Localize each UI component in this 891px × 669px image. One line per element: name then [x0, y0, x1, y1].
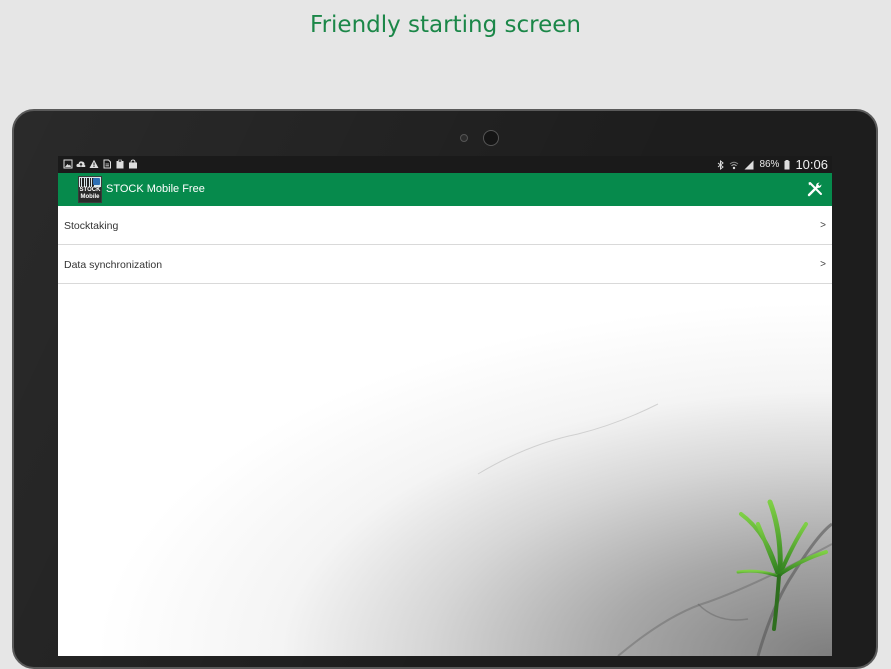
- front-camera: [483, 130, 499, 146]
- battery-icon: [784, 159, 790, 169]
- app-bar: STOCK Mobile STOCK Mobile Free: [58, 173, 832, 206]
- menu-item-label: Data synchronization: [64, 259, 163, 271]
- app-title: STOCK Mobile Free: [106, 183, 205, 195]
- notification-icons: [63, 159, 138, 169]
- tools-settings-icon[interactable]: [806, 180, 824, 198]
- app-logo: STOCK Mobile: [78, 176, 102, 203]
- logo-text: STOCK Mobile: [79, 187, 101, 202]
- status-bar: 86% 10:06: [58, 156, 832, 173]
- barcode-graphic: [80, 178, 94, 187]
- menu-item-data-synchronization[interactable]: Data synchronization >: [58, 245, 832, 284]
- page-headline: Friendly starting screen: [310, 12, 581, 38]
- logo-badge-icon: [93, 178, 100, 185]
- shopping-bag-icon: [129, 159, 137, 169]
- gallery-icon: [63, 159, 73, 169]
- document-icon: [103, 159, 111, 169]
- chevron-right-icon: >: [820, 220, 826, 231]
- wifi-icon: [730, 161, 739, 169]
- background-sprout-image: [58, 284, 832, 656]
- clock: 10:06: [795, 157, 828, 172]
- signal-icon: [744, 160, 754, 169]
- menu-item-label: Stocktaking: [64, 220, 119, 232]
- tablet-frame: 86% 10:06 STOCK Mobile STOCK Mobile Free …: [12, 109, 878, 669]
- chevron-right-icon: >: [820, 259, 826, 270]
- tablet-screen: 86% 10:06 STOCK Mobile STOCK Mobile Free …: [58, 156, 832, 656]
- proximity-sensor: [460, 134, 468, 142]
- main-menu: Stocktaking > Data synchronization >: [58, 206, 832, 284]
- bluetooth-icon: [718, 159, 725, 170]
- upload-cloud-icon: [76, 161, 86, 167]
- system-icons: 86% 10:06: [717, 157, 828, 172]
- battery-percent: 86%: [759, 159, 780, 170]
- menu-item-stocktaking[interactable]: Stocktaking >: [58, 206, 832, 245]
- clipboard-icon: [116, 159, 124, 169]
- warning-icon: [89, 159, 99, 168]
